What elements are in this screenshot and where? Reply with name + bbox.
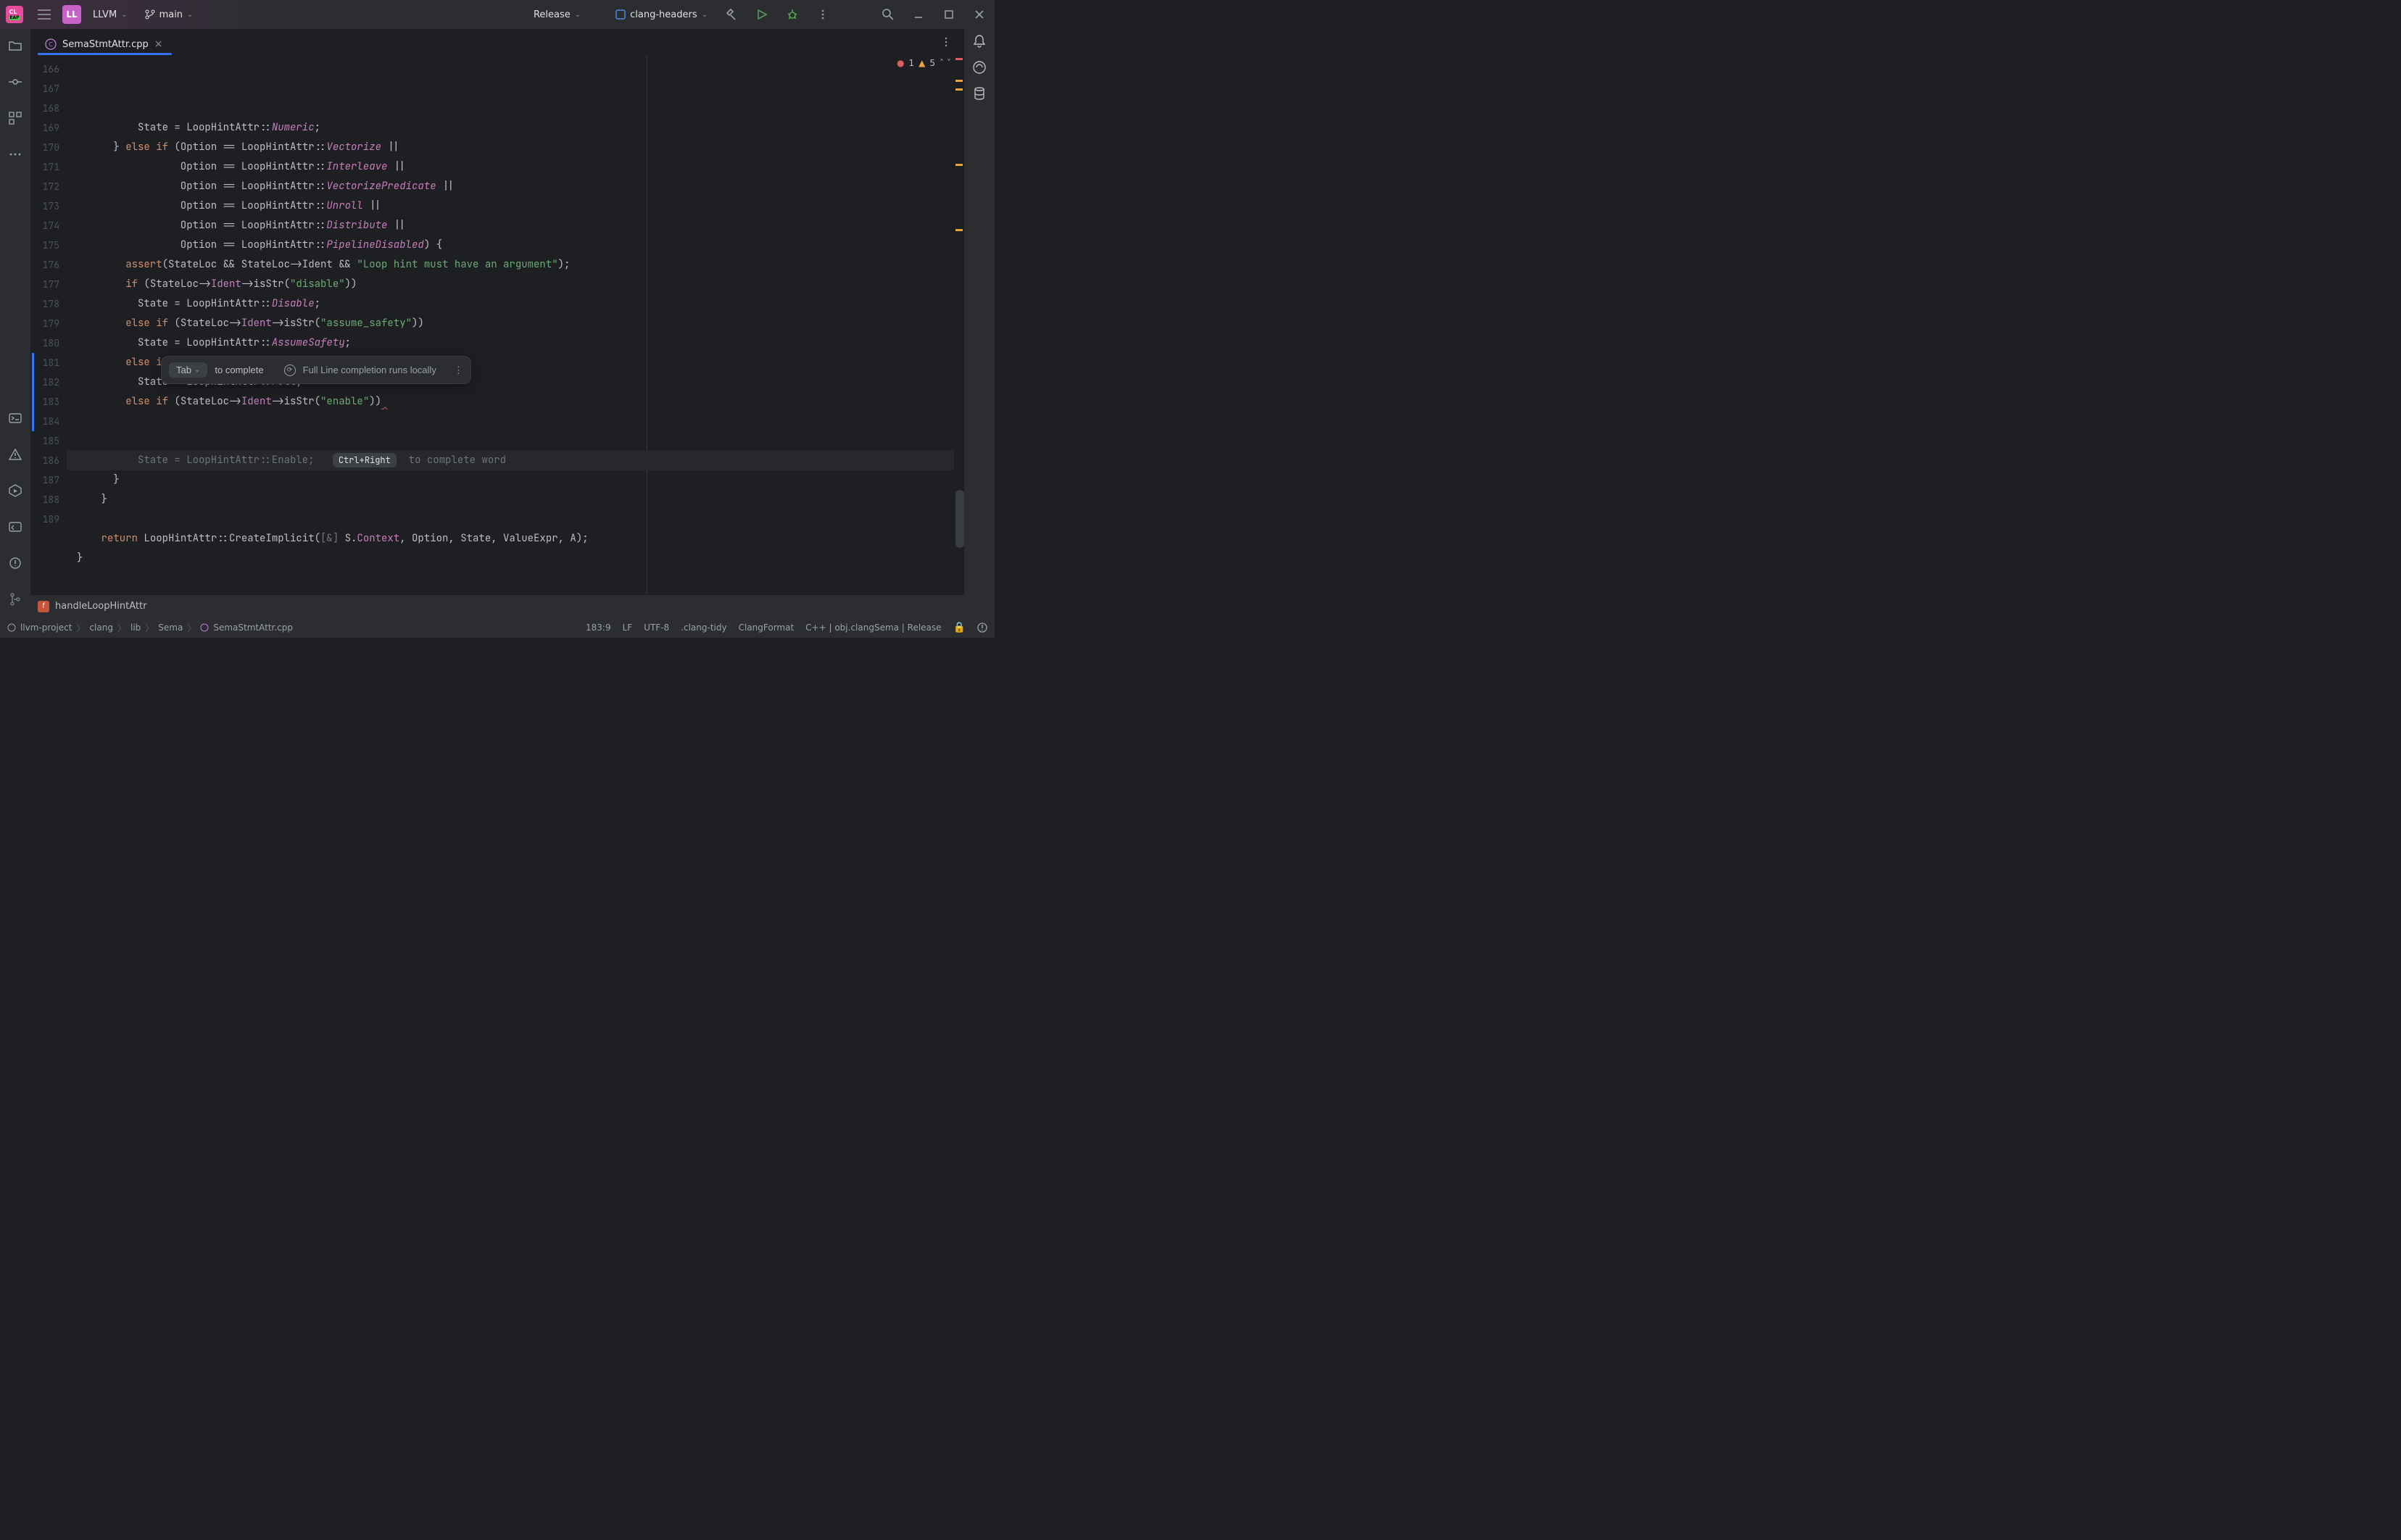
window-maximize-button[interactable] — [937, 2, 961, 27]
project-icon: LL — [62, 5, 81, 24]
run-button[interactable] — [750, 2, 774, 27]
tab-key-label: Tab — [176, 365, 191, 375]
commit-tool-button[interactable] — [0, 70, 30, 94]
chevron-right-icon: 〉 — [76, 622, 85, 634]
function-icon: f — [38, 601, 49, 612]
to-complete-label: to complete — [215, 365, 263, 375]
encoding[interactable]: UTF-8 — [644, 623, 669, 633]
caret-position[interactable]: 183:9 — [586, 623, 611, 633]
event-log-tool-button[interactable] — [0, 551, 30, 575]
chevron-up-icon[interactable]: ˄ — [940, 58, 944, 68]
warning-count: 5 — [929, 58, 935, 68]
tab-semastmtattr[interactable]: C SemaStmtAttr.cpp × — [38, 34, 172, 54]
build-button[interactable] — [719, 2, 744, 27]
local-icon: ⟳ — [284, 365, 296, 376]
chevron-down-icon[interactable]: ˅ — [947, 58, 951, 68]
statusbar: llvm-project 〉 clang 〉 lib 〉 Sema 〉 SemaStmtAttr… — [0, 617, 995, 638]
console-tool-button[interactable] — [0, 515, 30, 539]
window-minimize-button[interactable] — [906, 2, 931, 27]
workspace: C SemaStmtAttr.cpp × ● 1 ▲ 5 ˄˅ 16616716… — [0, 29, 995, 617]
gutter-line-numbers: 1661671681691701711721731741751761771781… — [30, 55, 67, 594]
more-actions-button[interactable] — [810, 2, 835, 27]
run-target-selector[interactable]: clang-headers ⌄ — [610, 7, 713, 23]
window-close-button[interactable] — [967, 2, 992, 27]
error-icon: ● — [897, 58, 904, 68]
chevron-down-icon: ⌄ — [575, 11, 581, 19]
chevron-right-icon: 〉 — [117, 622, 126, 634]
tab-key-chip: Tab ⌄ — [169, 362, 207, 378]
inspections-summary[interactable]: ● 1 ▲ 5 ˄˅ — [897, 58, 951, 68]
close-icon[interactable]: × — [154, 38, 163, 50]
tab-more-button[interactable] — [934, 30, 958, 54]
search-button[interactable] — [876, 2, 900, 27]
branch-icon — [145, 9, 155, 20]
services-tool-button[interactable] — [0, 478, 30, 503]
error-stripe[interactable] — [954, 55, 964, 594]
terminal-tool-button[interactable] — [0, 406, 30, 430]
status-alert-icon[interactable] — [977, 623, 987, 633]
linter[interactable]: .clang-tidy — [681, 623, 726, 633]
popup-hint: Full Line completion runs locally — [303, 365, 436, 375]
path-crumb[interactable]: clang — [89, 623, 113, 633]
code-editor[interactable]: ● 1 ▲ 5 ˄˅ 16616716816917017117217317417… — [30, 55, 964, 594]
build-config-selector[interactable]: Release ⌄ — [528, 7, 586, 23]
ai-assistant-button[interactable] — [973, 61, 986, 74]
function-name: handleLoopHintAttr — [55, 601, 146, 612]
editor-area: C SemaStmtAttr.cpp × ● 1 ▲ 5 ˄˅ 16616716… — [30, 29, 964, 617]
chevron-right-icon: 〉 — [187, 622, 196, 634]
path-crumb[interactable]: SemaStmtAttr.cpp — [213, 623, 293, 633]
file-path-crumbs[interactable]: llvm-project 〉 clang 〉 lib 〉 Sema 〉 SemaStmtAttr… — [7, 622, 293, 634]
context-status[interactable]: C++ | obj.clangSema | Release — [805, 623, 941, 633]
titlebar: CLEAP LL LLVM ⌄ main ⌄ Release ⌄ clang-h… — [0, 0, 995, 29]
left-tool-gutter — [0, 29, 30, 617]
more-tools-button[interactable] — [0, 142, 30, 167]
branch-name: main — [159, 9, 183, 20]
database-tool-button[interactable] — [974, 87, 985, 100]
path-crumb[interactable]: llvm-project — [20, 623, 72, 633]
cpp-file-icon — [200, 623, 209, 632]
module-icon — [7, 623, 16, 632]
lock-icon[interactable]: 🔒 — [953, 622, 966, 633]
run-target-label: clang-headers — [630, 9, 697, 20]
formatter[interactable]: ClangFormat — [739, 623, 795, 633]
cpp-file-icon: C — [45, 38, 57, 50]
vcs-tool-button[interactable] — [0, 587, 30, 612]
line-ending[interactable]: LF — [623, 623, 633, 633]
project-selector[interactable]: LLVM ⌄ — [87, 7, 133, 23]
code-body[interactable]: State = LoopHintAttr::Numeric; } else if… — [67, 55, 954, 594]
right-tool-gutter — [964, 29, 995, 617]
chevron-down-icon: ⌄ — [121, 11, 127, 19]
error-count: 1 — [908, 58, 914, 68]
app-logo: CLEAP — [6, 6, 23, 23]
problems-tool-button[interactable] — [0, 442, 30, 467]
path-crumb[interactable]: lib — [130, 623, 141, 633]
chevron-right-icon: 〉 — [145, 622, 154, 634]
popup-more-icon[interactable]: ⋮ — [454, 365, 463, 376]
structure-tool-button[interactable] — [0, 106, 30, 130]
scrollbar-thumb[interactable] — [955, 490, 964, 548]
chevron-down-icon: ⌄ — [187, 11, 193, 19]
debug-button[interactable] — [780, 2, 805, 27]
notifications-button[interactable] — [974, 35, 985, 48]
svg-text:C: C — [49, 41, 53, 48]
warning-icon: ▲ — [918, 58, 925, 68]
vcs-branch-selector[interactable]: main ⌄ — [139, 7, 199, 23]
project-tool-button[interactable] — [0, 33, 30, 58]
completion-popup[interactable]: Tab ⌄ to complete ⟳ Full Line completion… — [161, 356, 471, 384]
target-box-icon — [615, 9, 626, 20]
tab-filename: SemaStmtAttr.cpp — [62, 39, 149, 50]
path-crumb[interactable]: Sema — [158, 623, 183, 633]
editor-tabstrip: C SemaStmtAttr.cpp × — [30, 29, 964, 55]
main-menu-button[interactable] — [32, 2, 57, 27]
chevron-down-icon: ⌄ — [194, 366, 200, 374]
project-name: LLVM — [93, 9, 117, 20]
chevron-down-icon: ⌄ — [702, 11, 708, 19]
build-config-label: Release — [534, 9, 571, 20]
function-breadcrumb[interactable]: f handleLoopHintAttr — [30, 594, 964, 617]
